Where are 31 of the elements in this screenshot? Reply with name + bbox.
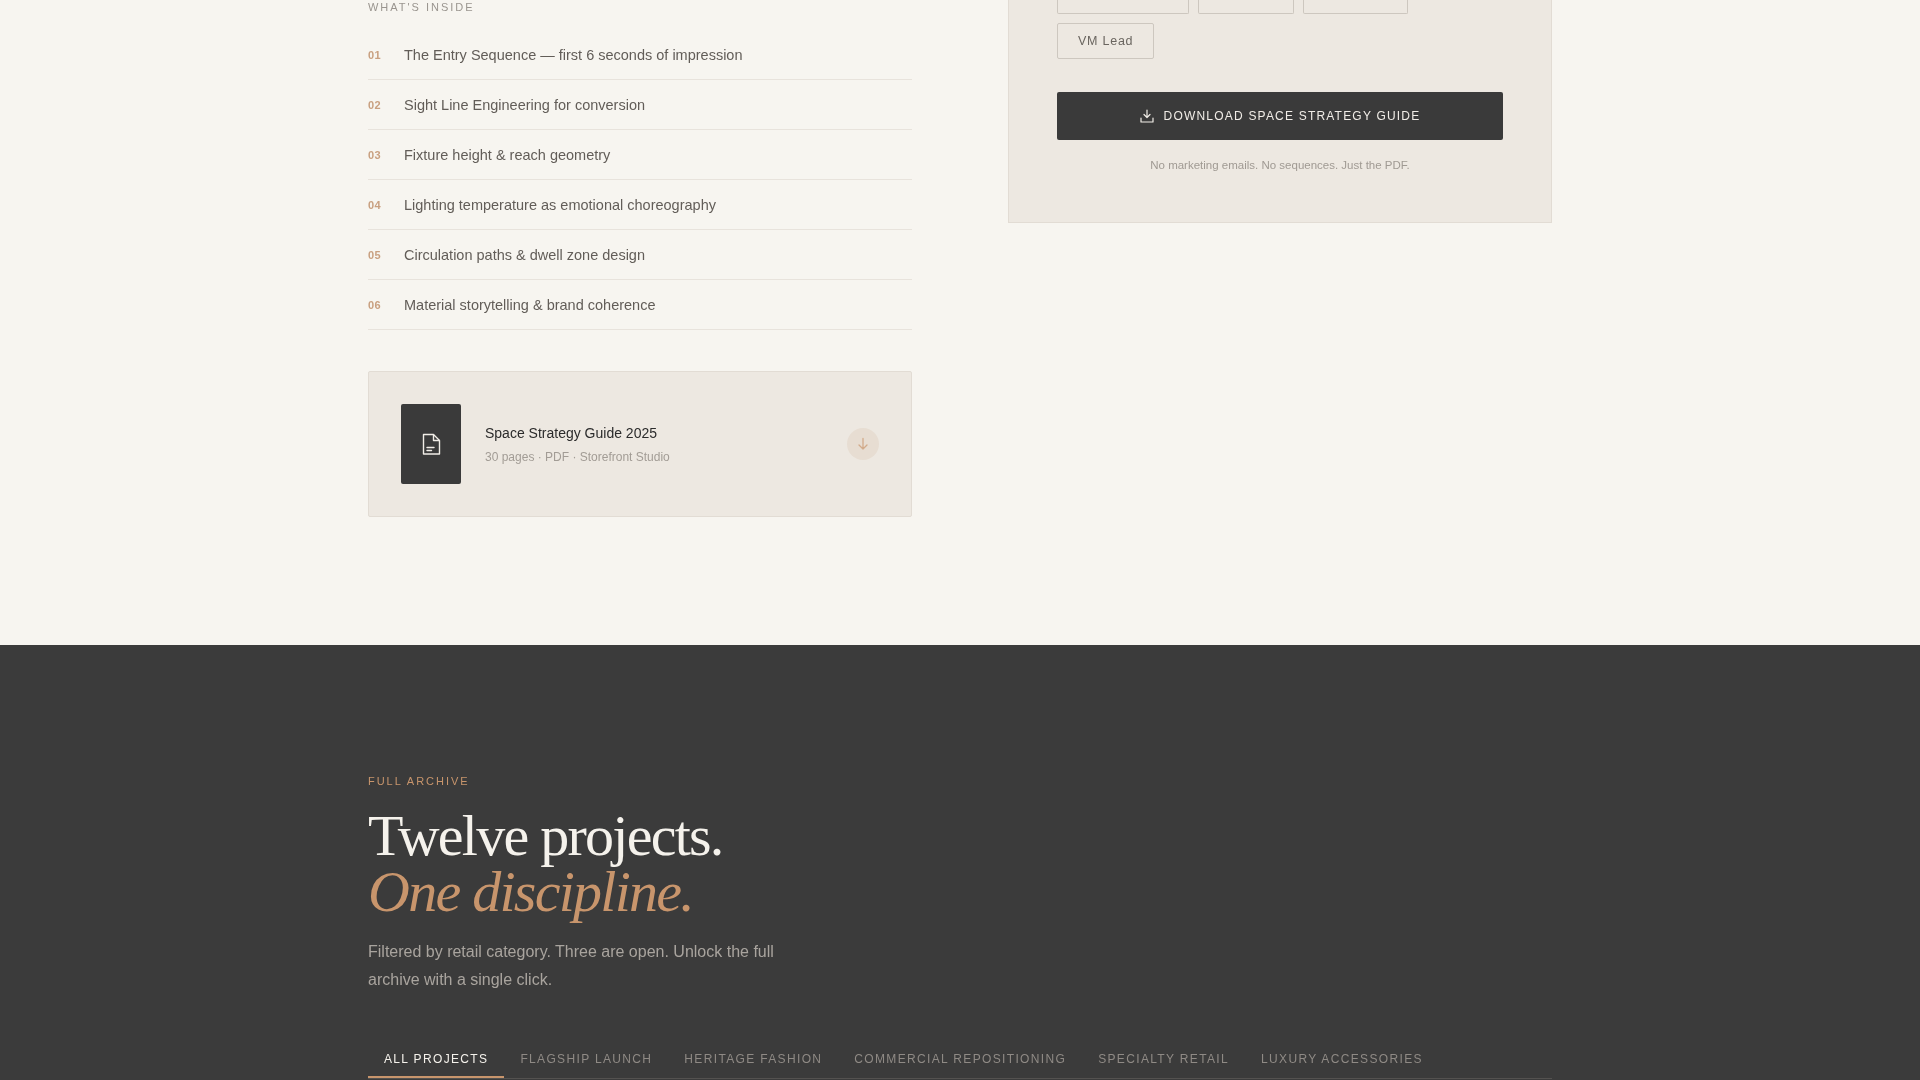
item-number: 05 [368, 247, 382, 262]
item-number: 02 [368, 97, 382, 112]
filter-tab[interactable]: LUXURY ACCESSORIES [1245, 1040, 1439, 1078]
item-title: Lighting temperature as emotional choreography [404, 195, 716, 214]
filter-tab[interactable]: HERITAGE FASHION [668, 1040, 839, 1078]
item-number: 06 [368, 297, 382, 312]
section-label: WHAT'S INSIDE [368, 0, 475, 14]
filter-tab[interactable]: COMMERCIAL REPOSITIONING [838, 1040, 1083, 1078]
item-number: 04 [368, 197, 382, 212]
item-title: Sight Line Engineering for conversion [404, 95, 645, 114]
filter-tab[interactable]: SPECIALTY RETAIL [1082, 1040, 1246, 1078]
download-icon [1139, 109, 1154, 123]
option-chip[interactable] [1198, 0, 1294, 14]
filter-tab[interactable]: ALL PROJECTS [368, 1040, 505, 1078]
item-title: Fixture height & reach geometry [404, 145, 611, 164]
file-meta: 30 pages · PDF · Storefront Studio [485, 448, 671, 465]
item-number: 01 [368, 47, 382, 62]
item-number: 03 [368, 147, 382, 162]
item-title: Circulation paths & dwell zone design [404, 245, 645, 264]
section-description: Filtered by retail category. Three are open. Unlock the full archive with a single click. [368, 942, 775, 990]
privacy-note: No marketing emails. No sequences. Just the PDF. [1149, 158, 1411, 173]
item-title: The Entry Sequence — first 6 seconds of impression [404, 45, 743, 64]
section-eyebrow: FULL ARCHIVE [368, 774, 470, 788]
option-chip[interactable]: VM Lead [1057, 23, 1155, 59]
option-chip[interactable] [1057, 0, 1189, 14]
download-button[interactable]: DOWNLOAD SPACE STRATEGY GUIDE [1057, 92, 1503, 140]
filter-tab[interactable]: FLAGSHIP LAUNCH [504, 1040, 669, 1078]
file-title: Space Strategy Guide 2025 [485, 423, 658, 442]
option-chip[interactable] [1303, 0, 1408, 14]
document-icon [401, 404, 461, 484]
item-title: Material storytelling & brand coherence [404, 295, 656, 314]
